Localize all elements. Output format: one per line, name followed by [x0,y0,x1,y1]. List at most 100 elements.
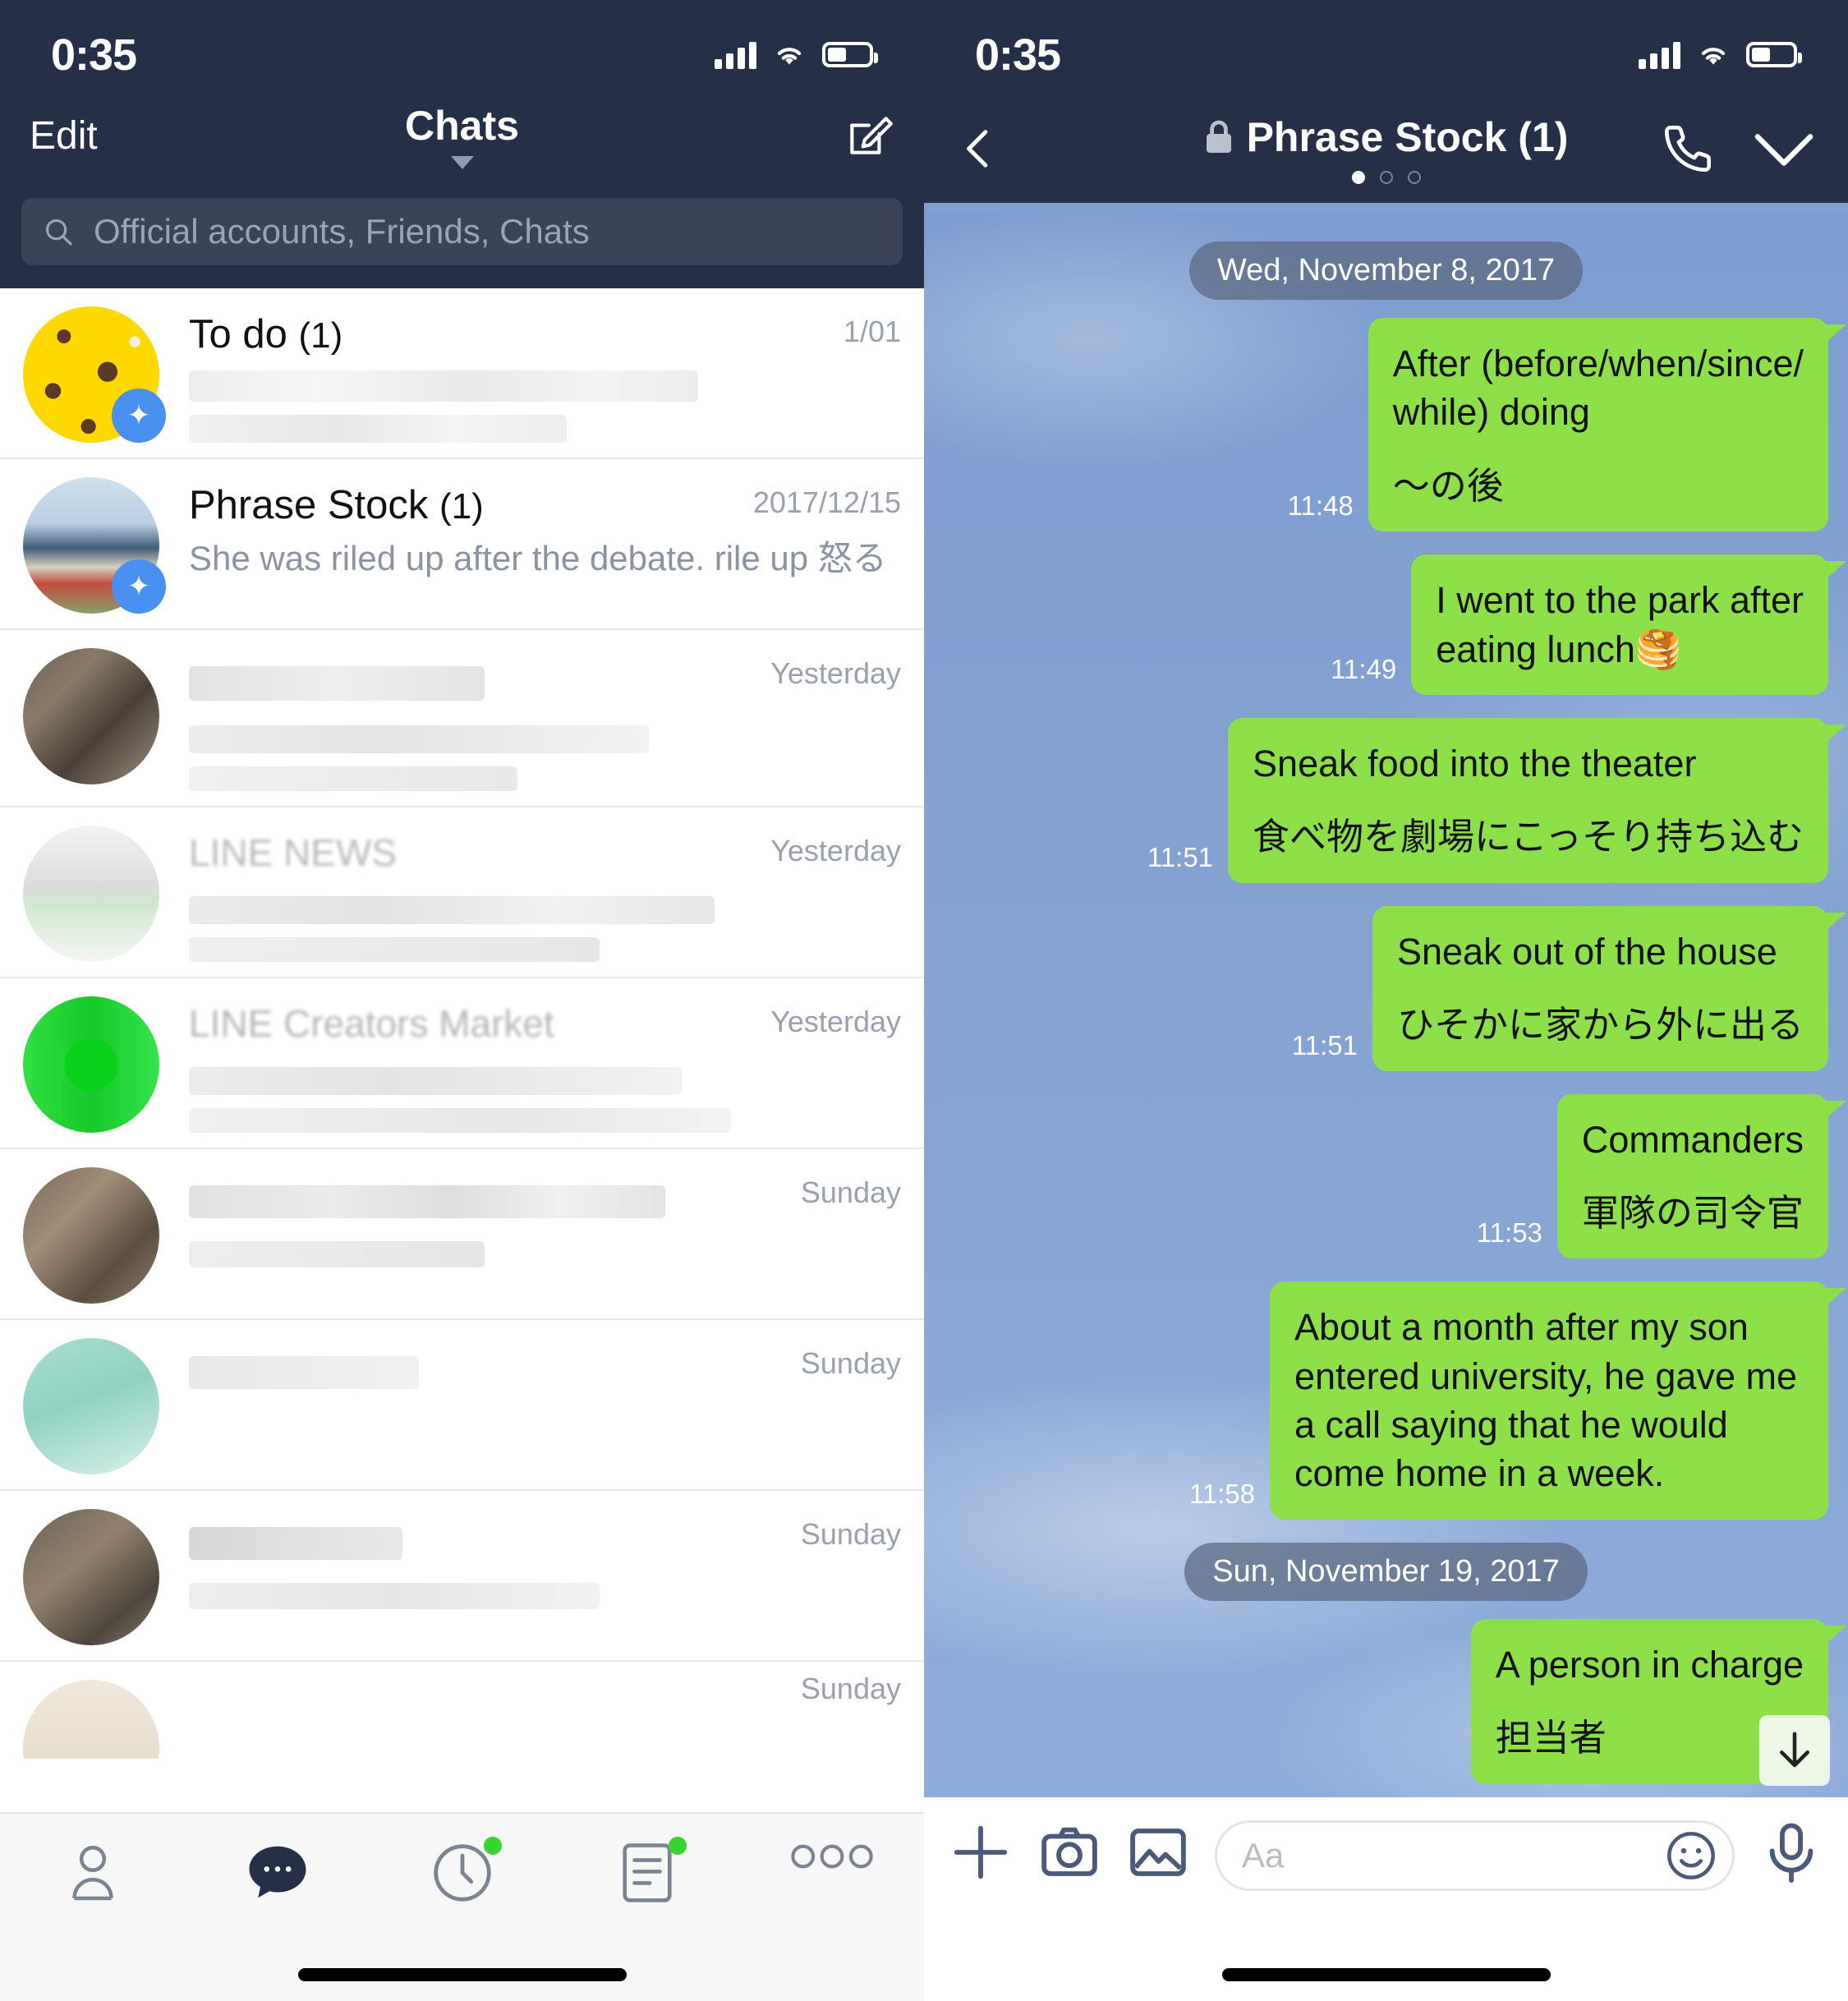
message-bubble[interactable]: Sneak out of the house ひそかに家から外に出る [1372,905,1847,1071]
status-icons [1639,41,1802,69]
date-chip: Wed, November 8, 2017 [1188,242,1584,300]
chat-timestamp: Sunday [800,1175,901,1209]
blurred-preview-line [189,1241,485,1267]
camera-icon[interactable] [1037,1820,1101,1884]
blurred-preview-line [189,1067,682,1095]
chat-name-text: To do [189,312,287,356]
list-item[interactable]: Sunday [0,1662,924,1759]
wifi-icon [1701,48,1726,65]
avatar[interactable] [23,1338,159,1474]
message-row[interactable]: A person in charge 担当者 [944,1618,1847,1784]
status-icons [715,41,878,69]
message-bubble[interactable]: About a month after my son entered unive… [1270,1281,1846,1520]
avatar[interactable] [23,996,159,1133]
message-input-bar: Aa [924,1797,1848,2001]
tab-friends[interactable] [0,1842,185,1906]
message-row[interactable]: 11:58 About a month after my son entered… [944,1281,1846,1520]
photo-icon[interactable] [1126,1820,1190,1884]
message-row[interactable]: 11:48 After (before/when/since/ while) d… [944,318,1847,532]
home-indicator [1221,1968,1551,1981]
list-item[interactable]: Sunday [0,1149,924,1320]
list-item[interactable]: LINE Creators Market Yesterday [0,978,924,1149]
message-row[interactable]: 11:49 I went to the park after eating lu… [944,554,1846,695]
list-item-body [189,1338,901,1474]
notification-badge [668,1837,687,1855]
message-bubble[interactable]: Commanders 軍隊の司令官 [1556,1093,1847,1259]
person-icon [71,1845,113,1901]
page-title: Chats [405,103,519,149]
list-item[interactable]: Sunday [0,1320,924,1491]
cellular-bars-icon [715,41,756,69]
search-input[interactable]: Official accounts, Friends, Chats [21,198,903,265]
scroll-to-bottom-button[interactable] [1759,1715,1830,1786]
message-text-field[interactable]: Aa [1215,1820,1735,1891]
blurred-preview-line [189,1583,600,1609]
smiley-icon[interactable] [1665,1829,1717,1882]
message-text-line1: After (before/when/since/ [1392,343,1804,384]
chat-timestamp: 2017/12/15 [752,485,901,519]
search-icon [45,218,72,246]
status-bar-right: 0:35 [924,0,1848,94]
message-text-line2: while) doing [1392,391,1590,434]
avatar[interactable] [23,1680,159,1759]
message-text-line1: Sneak out of the house [1396,930,1777,973]
message-bubble[interactable]: I went to the park after eating lunch🥞 [1411,554,1846,695]
message-row[interactable]: 11:51 Sneak food into the theater 食べ物を劇場… [944,717,1846,883]
conversation-actions [1659,120,1815,177]
avatar[interactable] [23,648,159,784]
tab-more[interactable] [739,1842,924,1871]
dual-phone-screenshot: 0:35 Edit Chats Official accounts, Frien… [0,0,1848,2001]
microphone-icon[interactable] [1759,1820,1823,1884]
blurred-preview-line [189,415,567,443]
search-placeholder: Official accounts, Friends, Chats [94,212,590,251]
unread-count: (1) [439,486,484,527]
avatar[interactable] [23,826,159,962]
chevron-down-icon[interactable] [450,156,474,169]
message-time: 11:51 [1291,1029,1358,1060]
avatar[interactable]: ✦ [23,306,166,443]
home-indicator [297,1968,627,1981]
chat-timestamp: Yesterday [770,834,901,867]
tab-chats[interactable] [185,1842,370,1902]
message-text-jp: 軍隊の司令官 [1581,1191,1804,1234]
list-item[interactable]: Sunday [0,1491,924,1662]
phone-icon[interactable] [1659,120,1717,177]
blurred-preview-line [189,1108,731,1133]
status-time: 0:35 [975,30,1061,80]
avatar[interactable] [23,1167,159,1304]
chevron-down-icon[interactable] [1753,128,1815,169]
chevron-left-icon[interactable] [957,126,1001,171]
message-bubble[interactable]: Sneak food into the theater 食べ物を劇場にこっそり持… [1228,717,1846,883]
news-icon [622,1843,672,1902]
conversation-header-row [924,94,1848,203]
message-bubble[interactable]: After (before/when/since/ while) doing 〜… [1368,318,1847,532]
status-bar-left: 0:35 [0,0,924,94]
chat-name: To do (1) [189,311,901,357]
chat-bubble-icon [249,1846,306,1898]
message-list[interactable]: Wed, November 8, 2017 11:48 After (befor… [924,212,1848,1797]
message-text-jp: 担当者 [1495,1717,1607,1760]
avatar[interactable]: ✦ [23,477,166,614]
plus-icon[interactable] [949,1820,1013,1884]
list-item[interactable]: Yesterday [0,630,924,807]
edit-button[interactable]: Edit [30,113,98,159]
battery-icon [1746,42,1802,67]
message-row[interactable]: 11:53 Commanders 軍隊の司令官 [944,1093,1847,1259]
chat-timestamp: 1/01 [843,315,901,348]
compose-icon[interactable] [844,110,894,161]
message-text-line1: A person in charge [1495,1643,1804,1686]
tab-news[interactable] [554,1837,739,1904]
message-text-line1: I went to the park after [1436,579,1804,622]
avatar[interactable] [23,1509,159,1645]
chat-timestamp: Sunday [800,1517,901,1551]
chat-timestamp: Yesterday [770,1005,901,1038]
list-item[interactable]: ✦ To do (1) 1/01 [0,288,924,459]
list-item[interactable]: LINE NEWS Yesterday [0,807,924,978]
message-row[interactable]: 11:51 Sneak out of the house ひそかに家から外に出る [944,905,1847,1071]
bottom-tab-bar[interactable] [0,1812,924,2001]
blurred-preview-line [189,896,715,924]
message-text-line2: eating lunch🥞 [1436,628,1681,670]
list-item[interactable]: ✦ Phrase Stock (1) She was riled up afte… [0,459,924,630]
chat-list[interactable]: ✦ To do (1) 1/01 ✦ Phrase Stock (1) She … [0,288,924,1759]
tab-timeline[interactable] [370,1837,554,1904]
